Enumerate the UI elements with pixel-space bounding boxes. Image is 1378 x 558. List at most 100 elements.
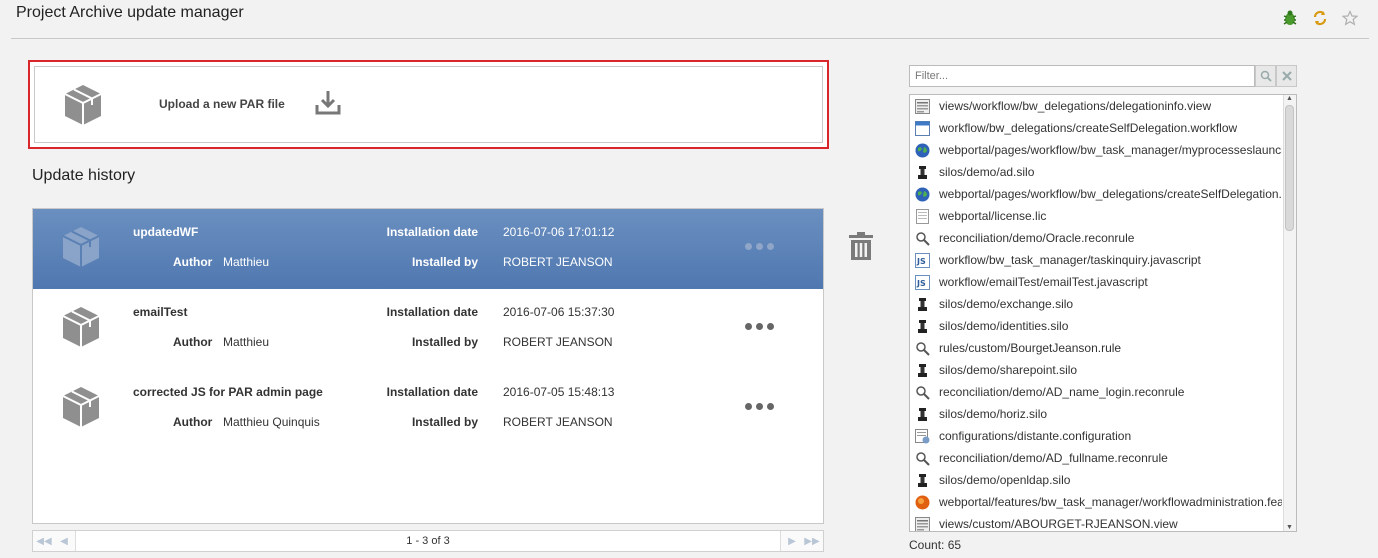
silo-icon	[914, 362, 930, 378]
silo-icon	[914, 296, 930, 312]
upload-panel[interactable]: Upload a new PAR file	[28, 60, 829, 149]
installation-date-value: 2016-07-06 17:01:12	[503, 225, 615, 239]
trash-icon[interactable]	[849, 232, 873, 263]
history-row-name: corrected JS for PAR admin page	[133, 385, 323, 399]
file-list-item[interactable]: JS workflow/emailTest/emailTest.javascrip…	[910, 271, 1282, 293]
file-list-item[interactable]: views/custom/ABOURGET-RJEANSON.view	[910, 513, 1282, 531]
file-path: workflow/bw_task_manager/taskinquiry.jav…	[939, 253, 1201, 267]
next-page-icon[interactable]: ▶	[783, 533, 801, 549]
globe-icon	[914, 186, 930, 202]
file-list-item[interactable]: views/workflow/bw_delegations/delegation…	[910, 95, 1282, 117]
last-page-icon[interactable]: ▶▶	[803, 533, 821, 549]
first-page-icon[interactable]: ◀◀	[35, 533, 53, 549]
file-path: webportal/features/bw_task_manager/workf…	[939, 495, 1282, 509]
file-list-item[interactable]: webportal/pages/workflow/bw_delegations/…	[910, 183, 1282, 205]
file-list-item[interactable]: silos/demo/openldap.silo	[910, 469, 1282, 491]
magnifier-icon	[914, 450, 930, 466]
upload-icon[interactable]	[315, 89, 341, 118]
scrollbar[interactable]: ▲ ▼	[1283, 95, 1296, 531]
file-list-item[interactable]: silos/demo/ad.silo	[910, 161, 1282, 183]
installed-by-label: Installed by	[411, 335, 478, 349]
file-list-item[interactable]: rules/custom/BourgetJeanson.rule	[910, 337, 1282, 359]
file-path: webportal/license.lic	[939, 209, 1047, 223]
bug-icon[interactable]	[1281, 9, 1299, 27]
refresh-icon[interactable]	[1311, 9, 1329, 27]
filter-input[interactable]	[909, 65, 1255, 87]
file-path: webportal/pages/workflow/bw_delegations/…	[939, 187, 1282, 201]
prev-page-icon[interactable]: ◀	[55, 533, 73, 549]
file-list-item[interactable]: webportal/license.lic	[910, 205, 1282, 227]
pager-text: 1 - 3 of 3	[75, 531, 781, 551]
file-path: reconciliation/demo/AD_name_login.reconr…	[939, 385, 1185, 399]
file-list-item[interactable]: configurations/distante.configuration	[910, 425, 1282, 447]
file-list-item[interactable]: silos/demo/sharepoint.silo	[910, 359, 1282, 381]
javascript-icon: JS	[914, 252, 930, 268]
installation-date-label: Installation date	[386, 385, 478, 399]
author-label: Author	[173, 415, 213, 429]
svg-text:JS: JS	[916, 279, 926, 288]
history-row[interactable]: updatedWF Author Matthieu Installation d…	[33, 209, 823, 289]
svg-text:JS: JS	[916, 257, 926, 266]
upload-label[interactable]: Upload a new PAR file	[159, 97, 285, 111]
clear-icon[interactable]	[1276, 65, 1297, 87]
file-list: views/custom/ABOURGET-RJEANSON.view webpo…	[909, 94, 1297, 532]
search-icon[interactable]	[1255, 65, 1276, 87]
file-path: reconciliation/demo/Oracle.reconrule	[939, 231, 1135, 245]
count-label: Count: 65	[909, 538, 962, 552]
license-icon	[914, 208, 930, 224]
silo-icon	[914, 164, 930, 180]
installation-date-label: Installation date	[386, 225, 478, 239]
history-pager: ◀◀ ◀ 1 - 3 of 3 ▶ ▶▶	[32, 530, 824, 552]
file-path: silos/demo/identities.silo	[939, 319, 1069, 333]
file-list-item[interactable]: reconciliation/demo/Oracle.reconrule	[910, 227, 1282, 249]
package-icon	[61, 305, 101, 352]
file-list-item[interactable]: webportal/features/bw_task_manager/workf…	[910, 491, 1282, 513]
globe-icon	[914, 142, 930, 158]
file-list-item[interactable]: workflow/bw_delegations/createSelfDelega…	[910, 117, 1282, 139]
file-path: rules/custom/BourgetJeanson.rule	[939, 341, 1122, 355]
installed-by-value: ROBERT JEANSON	[503, 335, 613, 349]
file-path: silos/demo/openldap.silo	[939, 473, 1071, 487]
star-icon[interactable]	[1341, 9, 1359, 27]
file-list-item[interactable]: silos/demo/horiz.silo	[910, 403, 1282, 425]
package-icon	[63, 83, 103, 130]
more-options-icon[interactable]	[745, 323, 774, 330]
file-path: configurations/distante.configuration	[939, 429, 1132, 443]
title-divider	[11, 38, 1369, 39]
installed-by-label: Installed by	[411, 415, 478, 429]
file-list-item[interactable]: webportal/pages/workflow/bw_task_manager…	[910, 139, 1282, 161]
history-row[interactable]: corrected JS for PAR admin page Author M…	[33, 369, 823, 449]
magnifier-icon	[914, 340, 930, 356]
file-path: workflow/bw_delegations/createSelfDelega…	[939, 121, 1238, 135]
file-list-item[interactable]: silos/demo/identities.silo	[910, 315, 1282, 337]
file-list-item[interactable]: reconciliation/demo/AD_fullname.reconrul…	[910, 447, 1282, 469]
file-list-item[interactable]: silos/demo/exchange.silo	[910, 293, 1282, 315]
silo-icon	[914, 318, 930, 334]
silo-icon	[914, 406, 930, 422]
file-list-item[interactable]: JS workflow/bw_task_manager/taskinquiry.j…	[910, 249, 1282, 271]
file-path: views/custom/ABOURGET-RJEANSON.view	[939, 517, 1178, 531]
author-value: Matthieu	[223, 255, 270, 269]
installation-date-value: 2016-07-06 15:37:30	[503, 305, 615, 319]
author-value: Matthieu	[223, 335, 270, 349]
configuration-icon	[914, 428, 930, 444]
history-row[interactable]: emailTest Author Matthieu Installation d…	[33, 289, 823, 369]
more-options-icon[interactable]	[745, 403, 774, 410]
update-history-title: Update history	[32, 167, 136, 184]
installed-by-value: ROBERT JEANSON	[503, 255, 613, 269]
history-row-name: updatedWF	[133, 225, 199, 239]
workflow-icon	[914, 120, 930, 136]
file-list-item[interactable]: reconciliation/demo/AD_name_login.reconr…	[910, 381, 1282, 403]
file-path: silos/demo/sharepoint.silo	[939, 363, 1078, 377]
file-path: reconciliation/demo/AD_fullname.reconrul…	[939, 451, 1168, 465]
javascript-icon: JS	[914, 274, 930, 290]
author-label: Author	[173, 335, 213, 349]
file-path: silos/demo/exchange.silo	[939, 297, 1074, 311]
installation-date-value: 2016-07-05 15:48:13	[503, 385, 615, 399]
view-icon	[914, 98, 930, 114]
more-options-icon[interactable]	[745, 243, 774, 250]
update-history-list: updatedWF Author Matthieu Installation d…	[32, 208, 824, 524]
package-icon	[61, 385, 101, 432]
history-row-name: emailTest	[133, 305, 188, 319]
installed-by-value: ROBERT JEANSON	[503, 415, 613, 429]
